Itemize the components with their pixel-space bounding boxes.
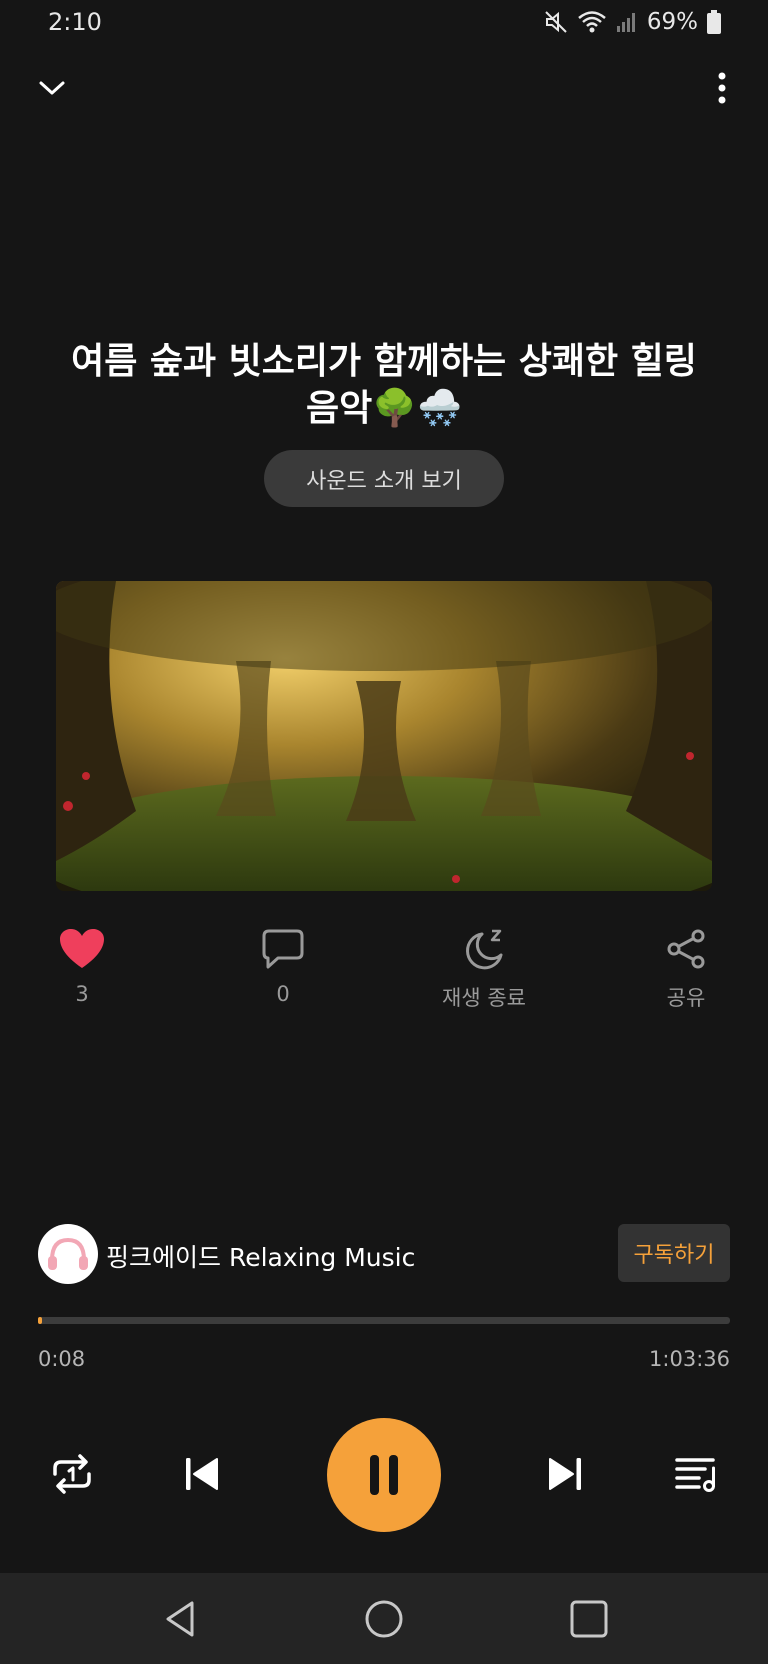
chevron-down-icon [39, 81, 65, 95]
nav-back-button[interactable] [154, 1591, 210, 1647]
previous-button[interactable] [172, 1446, 232, 1502]
track-title: 여름 숲과 빗소리가 함께하는 상쾌한 힐링 음악🌳🌨️ [71, 341, 697, 429]
comment-count: 0 [276, 982, 290, 1006]
mute-icon [545, 11, 567, 33]
battery-icon [707, 10, 721, 34]
battery-percent: 69% [646, 9, 698, 35]
comment-button[interactable]: 0 [218, 928, 348, 1006]
track-artwork [56, 581, 712, 891]
back-triangle-icon [166, 1601, 194, 1637]
progress-bar[interactable] [38, 1317, 730, 1324]
playlist-icon [675, 1458, 715, 1492]
system-nav-bar [0, 1573, 768, 1664]
current-time: 0:08 [38, 1347, 86, 1371]
subscribe-button[interactable]: 구독하기 [618, 1224, 730, 1282]
forest-artwork-image [56, 581, 712, 891]
heart-icon [60, 929, 104, 968]
sound-intro-button[interactable]: 사운드 소개 보기 [264, 450, 504, 507]
comment-icon [262, 929, 304, 969]
more-vertical-icon [718, 72, 726, 104]
channel-name[interactable]: 핑크에이드 Relaxing Music [106, 1238, 415, 1274]
more-options-button[interactable] [694, 60, 750, 116]
like-count: 3 [75, 982, 89, 1006]
sleep-timer-label: 재생 종료 [442, 986, 526, 1010]
next-button[interactable] [535, 1446, 595, 1502]
moon-sleep-icon [466, 929, 503, 970]
share-button[interactable]: 공유 [621, 928, 751, 1012]
home-circle-icon [365, 1600, 403, 1638]
recents-square-icon [570, 1600, 608, 1638]
pause-icon [370, 1455, 398, 1495]
skip-next-icon [549, 1458, 581, 1490]
player-screen: 2:10 69% 여름 숲과 빗소리가 함께하는 상쾌한 힐링 음악🌳🌨️ 사운… [0, 0, 768, 1664]
pause-button[interactable] [327, 1418, 441, 1532]
status-icons: 69% [543, 9, 722, 35]
sleep-timer-button[interactable]: 재생 종료 [419, 928, 549, 1012]
total-time: 1:03:36 [649, 1347, 730, 1371]
playlist-button[interactable] [664, 1446, 728, 1502]
like-button[interactable]: 3 [17, 928, 147, 1006]
repeat-one-icon [53, 1454, 91, 1494]
progress-fill [38, 1317, 42, 1324]
channel-avatar[interactable] [38, 1224, 98, 1284]
status-bar: 2:10 69% [0, 0, 768, 48]
skip-previous-icon [186, 1458, 218, 1490]
share-icon [667, 929, 705, 969]
nav-recents-button[interactable] [561, 1591, 617, 1647]
signal-icon [616, 13, 635, 32]
nav-home-button[interactable] [356, 1591, 412, 1647]
headphones-logo-icon [39, 1225, 97, 1283]
status-time: 2:10 [48, 8, 102, 36]
repeat-button[interactable] [40, 1446, 104, 1502]
collapse-button[interactable] [24, 60, 80, 116]
share-label: 공유 [666, 986, 706, 1010]
wifi-icon [578, 11, 606, 33]
